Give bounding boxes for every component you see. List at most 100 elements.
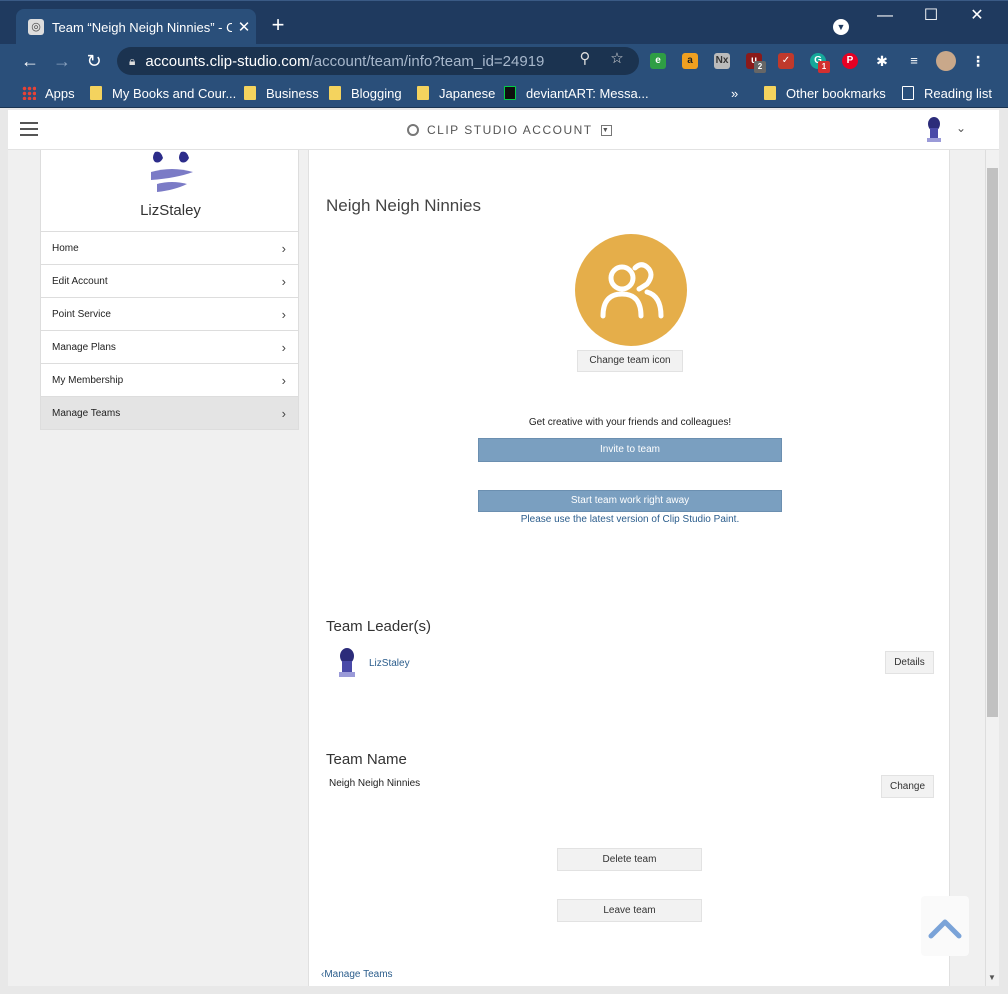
evernote-extension-icon[interactable]: e xyxy=(650,53,666,69)
tab-title: Team “Neigh Neigh Ninnies” - Cl xyxy=(52,19,232,35)
brand-title: CLIP STUDIO ACCOUNT xyxy=(427,123,593,137)
bookmark-my-books[interactable]: My Books and Cour... xyxy=(90,84,236,102)
folder-icon xyxy=(329,86,341,100)
back-to-top-button[interactable] xyxy=(921,896,969,956)
folder-icon xyxy=(764,86,776,100)
sidebar-item-manage-teams[interactable]: Manage Teams › xyxy=(40,397,299,430)
page-scrollbar[interactable]: ▼ xyxy=(985,150,999,986)
team-name-heading: Team Name xyxy=(326,751,407,768)
bookmark-blogging[interactable]: Blogging xyxy=(329,84,402,102)
browser-toolbar: ← → ↻ 🔒︎ accounts.clip-studio.com/accoun… xyxy=(0,44,1008,78)
folder-icon xyxy=(90,86,102,100)
chevron-right-icon: › xyxy=(281,307,286,322)
sidebar: LizStaley Home › Edit Account › Point Se… xyxy=(40,150,299,430)
close-window-icon[interactable]: ✕ xyxy=(954,5,1000,29)
sidebar-item-home[interactable]: Home › xyxy=(40,232,299,265)
hamburger-menu-icon[interactable] xyxy=(20,122,38,136)
bookmark-deviantart[interactable]: deviantART: Messa... xyxy=(504,84,649,102)
reading-list-icon xyxy=(902,86,914,100)
promo-text: Get creative with your friends and colle… xyxy=(528,417,732,428)
scrollbar-thumb[interactable] xyxy=(987,168,998,717)
minimize-icon[interactable]: — xyxy=(862,5,908,29)
sidebar-item-edit-account[interactable]: Edit Account › xyxy=(40,265,299,298)
clip-studio-logo-icon xyxy=(407,124,419,136)
version-note-link[interactable]: Please use the latest version of Clip St… xyxy=(309,514,951,525)
chevron-right-icon: › xyxy=(281,241,286,256)
tab-search-icon[interactable]: ▼ xyxy=(833,19,849,35)
browser-menu-icon[interactable]: ⋮ xyxy=(970,53,986,69)
account-chevron-down-icon[interactable]: ⌄ xyxy=(956,121,966,135)
nx-extension-icon[interactable]: Nx xyxy=(714,53,730,69)
team-people-icon xyxy=(600,262,664,319)
todoist-extension-icon[interactable]: ✓ xyxy=(778,53,794,69)
url-host: accounts.clip-studio.com xyxy=(145,52,310,70)
media-queue-icon[interactable]: ≡ xyxy=(906,53,922,69)
url-path: /account/team/info?team_id=24919 xyxy=(309,52,545,70)
delete-team-button[interactable]: Delete team xyxy=(557,848,702,871)
sidebar-item-label: Home xyxy=(52,242,79,254)
ublock-badge: 2 xyxy=(754,61,766,73)
team-main-panel: Neigh Neigh Ninnies Change team icon Get… xyxy=(308,150,950,986)
change-team-icon-button[interactable]: Change team icon xyxy=(577,350,683,372)
sidebar-item-manage-plans[interactable]: Manage Plans › xyxy=(40,331,299,364)
new-tab-button[interactable]: + xyxy=(266,13,290,37)
sidebar-item-label: Manage Teams xyxy=(52,407,121,419)
bookmark-star-icon[interactable]: ☆ xyxy=(608,50,626,68)
bookmark-label: Blogging xyxy=(351,85,402,101)
bookmark-label: Apps xyxy=(45,85,75,101)
leader-avatar[interactable] xyxy=(336,647,358,679)
lock-icon: 🔒︎ xyxy=(129,53,136,68)
sidebar-item-point-service[interactable]: Point Service › xyxy=(40,298,299,331)
profile-avatar-icon[interactable] xyxy=(936,51,956,71)
bookmark-other[interactable]: Other bookmarks xyxy=(764,84,886,102)
profile-logo xyxy=(151,151,193,192)
reading-list-button[interactable]: Reading list xyxy=(902,84,992,102)
leave-team-button[interactable]: Leave team xyxy=(557,899,702,922)
back-to-manage-teams-link[interactable]: ‹Manage Teams xyxy=(321,969,393,980)
brand[interactable]: CLIP STUDIO ACCOUNT ▼ xyxy=(407,123,612,137)
maximize-icon[interactable]: ☐ xyxy=(908,5,954,29)
chevron-right-icon: › xyxy=(281,406,286,421)
pinterest-extension-icon[interactable]: P xyxy=(842,53,858,69)
sidebar-item-label: My Membership xyxy=(52,374,124,386)
extensions-puzzle-icon[interactable]: ✱ xyxy=(874,53,890,69)
team-leaders-heading: Team Leader(s) xyxy=(326,618,432,635)
profile-name: LizStaley xyxy=(140,202,201,219)
page-title: Neigh Neigh Ninnies xyxy=(326,196,481,215)
bookmark-label: Business xyxy=(266,85,319,101)
sidebar-item-label: Manage Plans xyxy=(52,341,116,353)
bookmark-japanese[interactable]: Japanese xyxy=(417,84,495,102)
address-bar[interactable]: 🔒︎ accounts.clip-studio.com/account/team… xyxy=(117,47,639,75)
zoom-icon[interactable]: ⚲ xyxy=(576,50,594,68)
clip-studio-favicon-icon: ◎ xyxy=(28,19,44,35)
chevron-right-icon: › xyxy=(281,340,286,355)
sidebar-item-label: Point Service xyxy=(52,308,111,320)
bookmark-label: Japanese xyxy=(439,85,496,101)
scroll-down-arrow-icon[interactable]: ▼ xyxy=(988,973,996,982)
reload-icon[interactable]: ↻ xyxy=(82,49,106,73)
leader-name-link[interactable]: LizStaley xyxy=(369,658,410,669)
team-name-value: Neigh Neigh Ninnies xyxy=(329,778,421,789)
user-avatar[interactable] xyxy=(924,116,944,144)
folder-icon xyxy=(417,86,429,100)
leader-details-button[interactable]: Details xyxy=(885,651,934,674)
change-team-name-button[interactable]: Change xyxy=(881,775,934,798)
browser-tab[interactable]: ◎ Team “Neigh Neigh Ninnies” - Cl ✕ xyxy=(16,9,256,45)
amazon-extension-icon[interactable]: a xyxy=(682,53,698,69)
start-team-work-button[interactable]: Start team work right away xyxy=(478,490,782,512)
back-arrow-icon[interactable]: ← xyxy=(18,49,42,73)
ublock-extension-icon[interactable]: u2 xyxy=(746,53,766,73)
sidebar-item-label: Edit Account xyxy=(52,275,108,287)
sidebar-item-my-membership[interactable]: My Membership › xyxy=(40,364,299,397)
bookmark-business[interactable]: Business xyxy=(244,84,319,102)
service-menu-icon[interactable]: ▼ xyxy=(600,124,612,136)
invite-to-team-button[interactable]: Invite to team xyxy=(478,438,782,462)
close-tab-icon[interactable]: ✕ xyxy=(232,18,256,36)
team-icon xyxy=(575,234,687,346)
grammarly-badge: 1 xyxy=(818,61,830,73)
bookmark-apps[interactable]: Apps xyxy=(22,84,75,102)
forward-arrow-icon[interactable]: → xyxy=(50,49,74,73)
grammarly-extension-icon[interactable]: G1 xyxy=(810,53,830,73)
profile-card: LizStaley xyxy=(40,150,299,232)
bookmarks-overflow-chevron[interactable]: » xyxy=(731,84,738,102)
